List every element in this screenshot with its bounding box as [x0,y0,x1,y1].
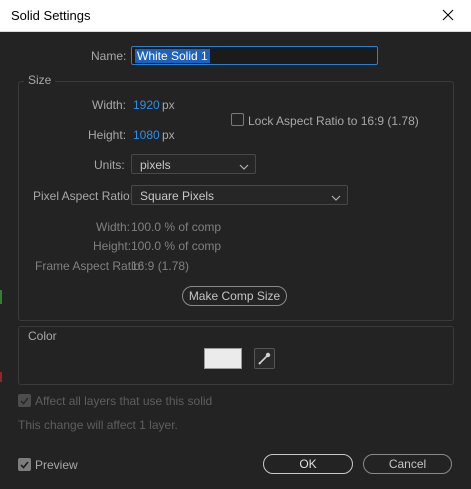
width-value[interactable]: 1920 [133,98,160,112]
close-icon[interactable] [425,0,471,31]
par-dropdown-value: Square Pixels [140,189,215,203]
make-comp-size-button[interactable]: Make Comp Size [182,286,287,306]
lock-aspect-label: Lock Aspect Ratio to 16:9 (1.78) [248,114,419,128]
info-height-label: Height: [93,239,132,253]
info-height-value: 100.0 % of comp [131,239,222,253]
lock-aspect-checkbox[interactable] [231,113,244,126]
edge-marker-red [0,372,2,382]
height-value[interactable]: 1080 [133,128,160,142]
frame-ar-value: 16:9 (1.78) [131,259,190,273]
height-unit: px [162,128,175,142]
par-label: Pixel Aspect Ratio: [33,189,134,203]
ok-button[interactable]: OK [263,454,353,474]
color-swatch[interactable] [204,348,242,369]
name-label: Name: [91,49,127,63]
units-label: Units: [94,158,125,172]
frame-ar-label: Frame Aspect Ratio: [35,259,144,273]
change-note: This change will affect 1 layer. [18,418,178,432]
preview-checkbox[interactable] [18,458,31,471]
info-width-value: 100.0 % of comp [131,220,222,234]
eyedropper-icon[interactable] [254,348,275,369]
name-input[interactable]: White Solid 1 [131,46,378,65]
size-group-label: Size [24,73,56,87]
units-dropdown[interactable]: pixels [131,154,256,174]
units-dropdown-value: pixels [140,158,171,172]
preview-label: Preview [35,458,78,472]
cancel-button[interactable]: Cancel [363,454,452,474]
affect-all-label: Affect all layers that use this solid [35,394,213,408]
chevron-down-icon [331,191,341,205]
affect-all-checkbox[interactable] [18,394,31,407]
par-dropdown[interactable]: Square Pixels [131,185,348,205]
title-bar: Solid Settings [0,0,471,32]
height-label: Height: [88,128,127,142]
window-title: Solid Settings [11,8,91,23]
chevron-down-icon [239,160,249,174]
dialog-body: Name: White Solid 1 Size Width: 1920 px … [0,32,471,489]
width-unit: px [162,98,175,112]
width-label: Width: [92,98,127,112]
edge-marker-green [0,290,2,304]
color-group-label: Color [24,329,61,343]
name-input-value: White Solid 1 [135,49,210,63]
info-width-label: Width: [96,220,131,234]
